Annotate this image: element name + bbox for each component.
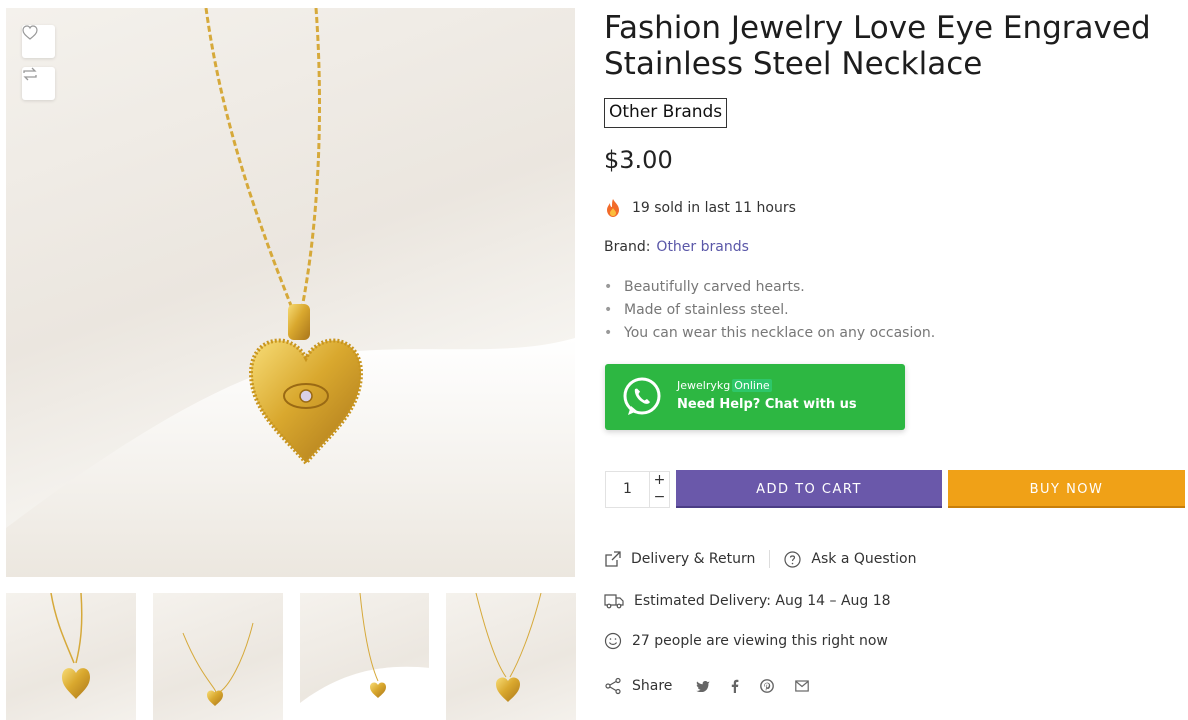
thumbnail-strip (6, 593, 576, 720)
feature-item: You can wear this necklace on any occasi… (604, 323, 935, 346)
truck-icon (604, 592, 624, 609)
share-row: Share (604, 677, 810, 695)
share-icon (604, 677, 622, 695)
quantity-increase-button[interactable]: + (650, 472, 669, 489)
quantity-stepper: 1 + − (605, 471, 670, 508)
thumbnail-1[interactable] (6, 593, 136, 720)
product-price: $3.00 (604, 146, 673, 174)
thumbnail-2[interactable] (152, 593, 283, 720)
viewers-text: 27 people are viewing this right now (632, 633, 888, 649)
question-circle-icon (784, 550, 801, 568)
whatsapp-icon (623, 377, 661, 415)
help-links: Delivery & Return Ask a Question (604, 550, 916, 568)
whatsapp-account: Jewelrykg Online (677, 379, 857, 393)
buy-now-button[interactable]: BUY NOW (948, 470, 1185, 508)
divider (769, 550, 771, 568)
pinterest-icon[interactable] (760, 679, 775, 693)
whatsapp-name: Jewelrykg (677, 379, 731, 392)
thumbnail-2-image (182, 622, 254, 706)
estimated-delivery: Estimated Delivery: Aug 14 – Aug 18 (604, 592, 891, 609)
brand-line: Brand: Other brands (604, 239, 749, 255)
fire-icon (607, 199, 619, 217)
whatsapp-text: Jewelrykg Online Need Help? Chat with us (677, 379, 857, 415)
twitter-icon[interactable] (696, 680, 710, 692)
brand-badge[interactable]: Other Brands (604, 98, 728, 128)
main-product-image[interactable] (6, 8, 575, 577)
feature-item: Beautifully carved hearts. (604, 277, 935, 300)
live-viewers: 27 people are viewing this right now (604, 632, 888, 650)
wishlist-button[interactable] (22, 25, 55, 58)
quantity-input[interactable]: 1 (606, 472, 649, 507)
email-icon[interactable] (795, 680, 810, 692)
feature-list: Beautifully carved hearts. Made of stain… (604, 277, 935, 346)
add-to-cart-button[interactable]: ADD TO CART (676, 470, 942, 508)
share-label: Share (632, 678, 673, 694)
necklace-photo (6, 8, 575, 577)
quantity-buttons: + − (649, 472, 669, 507)
thumbnail-1-image (50, 593, 90, 699)
facebook-icon[interactable] (731, 679, 739, 693)
quantity-decrease-button[interactable]: − (650, 489, 669, 506)
thumbnail-3[interactable] (299, 593, 430, 720)
compare-icon (23, 67, 37, 81)
sold-text: 19 sold in last 11 hours (632, 200, 796, 216)
heart-icon (22, 25, 38, 40)
whatsapp-cta: Need Help? Chat with us (677, 397, 857, 412)
sold-counter: 19 sold in last 11 hours (604, 198, 796, 218)
estimated-delivery-text: Estimated Delivery: Aug 14 – Aug 18 (634, 592, 891, 609)
thumbnail-4-image (475, 593, 542, 702)
product-title: Fashion Jewelry Love Eye Engraved Stainl… (604, 10, 1151, 82)
thumbnail-3-image (299, 593, 430, 720)
brand-label: Brand: (604, 239, 651, 255)
social-share-icons (696, 679, 810, 693)
compare-button[interactable] (22, 67, 55, 100)
feature-item: Made of stainless steel. (604, 300, 935, 323)
share-box-icon (604, 550, 621, 568)
smiley-icon (604, 632, 622, 650)
delivery-return-link[interactable]: Delivery & Return (631, 551, 755, 567)
ask-question-link[interactable]: Ask a Question (811, 551, 916, 567)
whatsapp-chat-button[interactable]: Jewelrykg Online Need Help? Chat with us (605, 364, 905, 430)
brand-link[interactable]: Other brands (656, 239, 748, 255)
online-status-badge: Online (732, 379, 772, 392)
thumbnail-4[interactable] (446, 593, 576, 720)
